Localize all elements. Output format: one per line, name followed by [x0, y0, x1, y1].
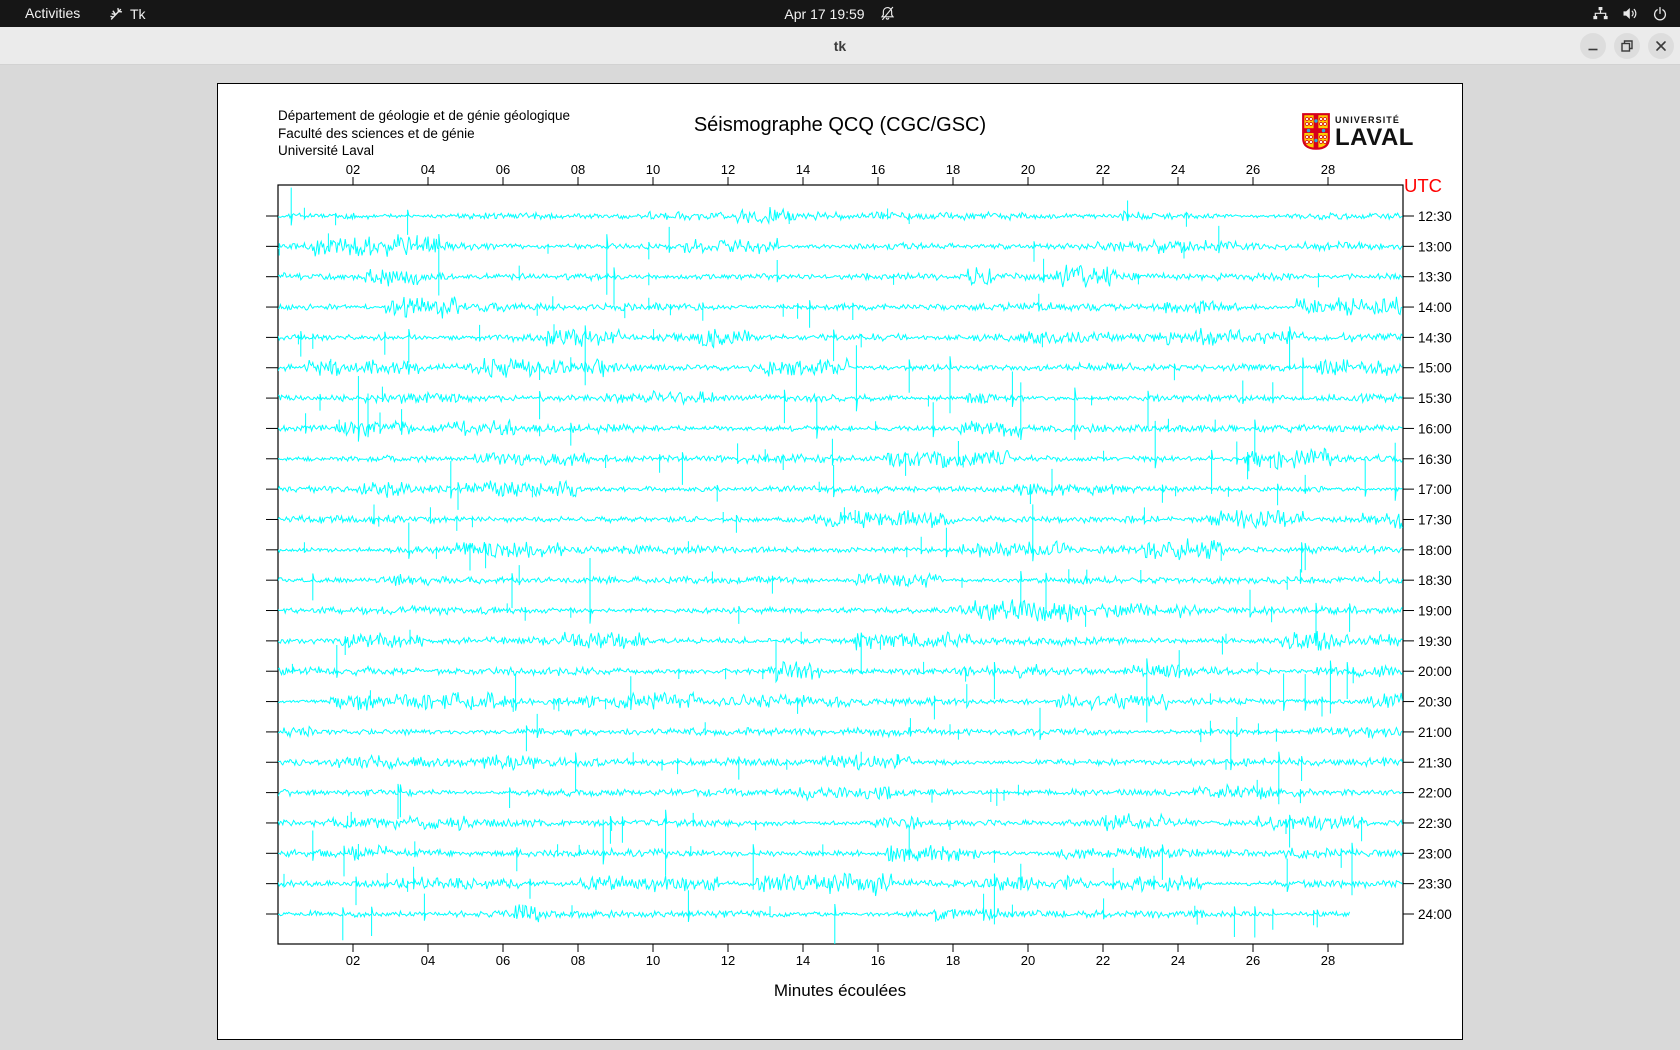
seismogram-trace	[278, 187, 1403, 235]
trace-time-label: 16:00	[1418, 421, 1452, 436]
x-tick-label-top: 16	[871, 162, 885, 177]
volume-icon	[1622, 6, 1639, 21]
trace-time-label: 19:00	[1418, 604, 1452, 619]
trace-time-label: 17:30	[1418, 512, 1452, 527]
trace-time-label: 24:00	[1418, 907, 1452, 922]
logo-text-laval: LAVAL	[1335, 124, 1414, 151]
trace-time-label: 13:30	[1418, 270, 1452, 285]
x-tick-label-bottom: 08	[571, 953, 585, 968]
minimize-button[interactable]	[1580, 33, 1606, 59]
window-titlebar[interactable]: tk	[0, 27, 1680, 65]
trace-time-label: 18:30	[1418, 573, 1452, 588]
x-tick-label-bottom: 18	[946, 953, 960, 968]
seismogram-trace	[278, 809, 1403, 876]
universite-laval-logo: UNIVERSITÉ LAVAL	[1302, 113, 1414, 150]
seismogram-trace	[278, 558, 1403, 641]
window-title: tk	[833, 38, 847, 54]
x-tick-label-top: 12	[721, 162, 735, 177]
trace-time-label: 22:00	[1418, 786, 1452, 801]
trace-time-label: 21:30	[1418, 755, 1452, 770]
x-tick-label-bottom: 14	[796, 953, 810, 968]
seismogram-trace	[278, 707, 1403, 752]
utc-axis-label: UTC	[1404, 175, 1443, 196]
x-tick-label-bottom: 22	[1096, 953, 1110, 968]
seismogram-trace	[278, 356, 1403, 414]
x-tick-label-bottom: 24	[1171, 953, 1185, 968]
x-tick-label-top: 18	[946, 162, 960, 177]
x-tick-label-top: 20	[1021, 162, 1035, 177]
seismogram-trace	[278, 324, 1403, 386]
power-icon	[1652, 6, 1668, 22]
helicorder-chart: 02 02 04 04 06 06 08 08 10 10 12 12 14 14 16 16 18 18 20 20…	[266, 162, 1452, 968]
trace-time-label: 12:30	[1418, 209, 1452, 224]
x-tick-label-bottom: 04	[421, 953, 435, 968]
seismogram-trace	[278, 779, 1403, 819]
x-tick-label-top: 10	[646, 162, 660, 177]
seismogram-trace	[278, 730, 1403, 805]
trace-time-label: 22:30	[1418, 816, 1452, 831]
gnome-top-bar: Activities Tk Apr 17 19:59	[0, 0, 1680, 27]
x-tick-label-top: 14	[796, 162, 810, 177]
seismogram-trace	[278, 420, 1403, 494]
seismogram-trace	[278, 639, 1403, 723]
trace-time-label: 19:30	[1418, 634, 1452, 649]
seismogram-trace	[278, 258, 1403, 305]
notifications-muted-icon[interactable]	[879, 5, 896, 22]
x-tick-label-bottom: 06	[496, 953, 510, 968]
x-tick-label-top: 02	[346, 162, 360, 177]
universite-laval-crest-icon	[1302, 113, 1330, 150]
x-tick-label-top: 26	[1246, 162, 1260, 177]
seismogram-trace	[278, 293, 1403, 328]
plot-frame	[277, 184, 1404, 945]
x-tick-label-top: 24	[1171, 162, 1185, 177]
x-axis-title: Minutes écoulées	[773, 981, 907, 1000]
seismogram-trace	[278, 629, 1403, 674]
maximize-button[interactable]	[1614, 33, 1640, 59]
network-wired-icon	[1592, 6, 1609, 21]
trace-time-label: 17:00	[1418, 482, 1452, 497]
institution-line-3: Université Laval	[278, 143, 375, 158]
seismogram-trace	[278, 376, 1403, 464]
app-menu-label: Tk	[130, 5, 146, 22]
trace-time-label: 21:00	[1418, 725, 1452, 740]
x-tick-label-top: 08	[571, 162, 585, 177]
x-tick-label-top: 06	[496, 162, 510, 177]
x-tick-label-bottom: 20	[1021, 953, 1035, 968]
seismogram-trace	[278, 673, 1403, 720]
x-tick-label-bottom: 16	[871, 953, 885, 968]
x-tick-label-top: 22	[1096, 162, 1110, 177]
seismogram-trace	[278, 345, 1403, 440]
seismogram-trace	[278, 442, 1403, 510]
x-tick-label-bottom: 02	[346, 953, 360, 968]
trace-time-label: 23:00	[1418, 846, 1452, 861]
trace-time-label: 16:30	[1418, 452, 1452, 467]
close-button[interactable]	[1648, 33, 1674, 59]
trace-time-label: 15:30	[1418, 391, 1452, 406]
seismogram-trace	[278, 504, 1403, 533]
trace-time-label: 14:30	[1418, 330, 1452, 345]
seismogram-trace	[278, 565, 1403, 610]
trace-time-label: 23:30	[1418, 877, 1452, 892]
x-tick-label-bottom: 28	[1321, 953, 1335, 968]
seismogram-trace	[278, 225, 1403, 296]
trace-time-label: 15:00	[1418, 361, 1452, 376]
trace-time-label: 20:00	[1418, 664, 1452, 679]
trace-time-label: 20:30	[1418, 695, 1452, 710]
app-menu[interactable]: Tk	[108, 0, 146, 27]
clock[interactable]: Apr 17 19:59	[784, 6, 864, 22]
trace-time-label: 18:00	[1418, 543, 1452, 558]
seismograph-canvas: 02 02 04 04 06 06 08 08 10 10 12 12 14 14 16 16 18 18 20 20…	[217, 83, 1463, 1040]
system-status-area[interactable]	[1592, 0, 1668, 27]
trace-time-label: 14:00	[1418, 300, 1452, 315]
x-tick-label-bottom: 10	[646, 953, 660, 968]
x-tick-label-top: 04	[421, 162, 435, 177]
activities-button[interactable]: Activities	[19, 0, 86, 27]
tk-app-icon	[108, 6, 124, 22]
x-tick-label-top: 28	[1321, 162, 1335, 177]
chart-title: Séismographe QCQ (CGC/GSC)	[693, 114, 987, 136]
x-tick-label-bottom: 12	[721, 953, 735, 968]
trace-time-label: 13:00	[1418, 239, 1452, 254]
x-tick-label-bottom: 26	[1246, 953, 1260, 968]
